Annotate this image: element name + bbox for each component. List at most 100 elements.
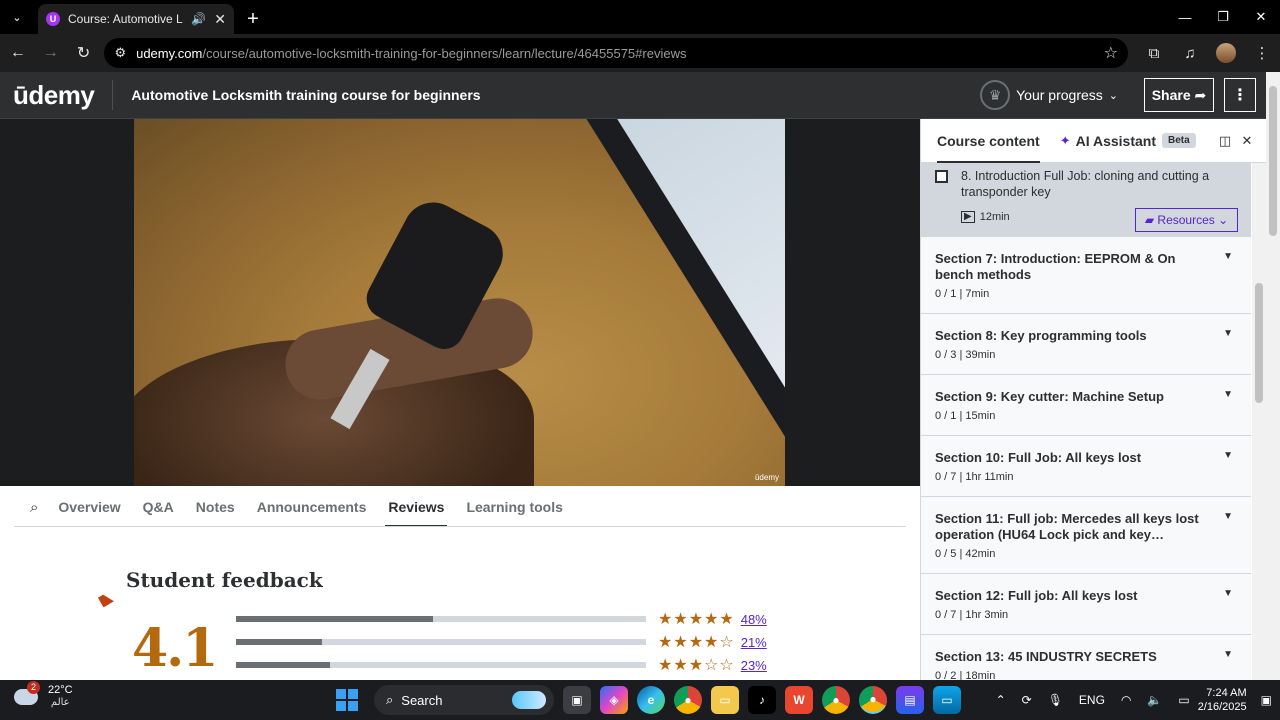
taskbar-search[interactable]: ⌕ Search xyxy=(374,685,554,715)
rating-row: ★★★☆☆ 23% xyxy=(236,657,776,674)
progress-dropdown[interactable]: ♛ Your progress ⌄ xyxy=(980,80,1118,110)
resources-label: Resources xyxy=(1157,213,1215,227)
remote-desktop-icon[interactable]: ▭ xyxy=(933,686,961,714)
edge-icon[interactable]: e xyxy=(637,686,665,714)
page-scrollbar-thumb[interactable] xyxy=(1269,86,1277,236)
lecture-checkbox[interactable] xyxy=(935,170,948,183)
chevron-down-icon: ▼ xyxy=(1223,588,1233,599)
udemy-logo[interactable]: ūdemy xyxy=(13,80,95,111)
volume-icon[interactable]: 🔈 xyxy=(1147,693,1162,707)
course-title[interactable]: Automotive Locksmith training course for… xyxy=(131,87,480,103)
tab-course-content[interactable]: Course content xyxy=(937,119,1040,163)
share-label: Share xyxy=(1151,87,1191,103)
rating-stars-4: ★★★★☆ xyxy=(658,634,735,651)
clock[interactable]: 7:24 AM 2/16/2025 xyxy=(1198,686,1247,714)
section-item[interactable]: Section 10: Full Job: All keys lost 0 / … xyxy=(921,436,1251,497)
maximize-icon[interactable]: ❐ xyxy=(1204,0,1242,34)
tab-ai-assistant[interactable]: ✦ AI Assistant Beta xyxy=(1060,119,1196,163)
windows-start-icon[interactable] xyxy=(336,689,358,711)
section-meta: 0 / 2 | 18min xyxy=(935,670,996,680)
minimize-icon[interactable]: — xyxy=(1166,0,1204,34)
site-info-icon[interactable]: ⚙ xyxy=(114,45,126,61)
tab-announcements[interactable]: Announcements xyxy=(257,486,367,528)
taskbar-search-label: Search xyxy=(401,692,443,708)
rating-percent-link[interactable]: 48% xyxy=(741,612,767,627)
close-tab-icon[interactable]: ✕ xyxy=(214,11,226,28)
chrome-icon[interactable]: ● xyxy=(674,686,702,714)
trophy-icon: ♛ xyxy=(980,80,1011,110)
window-controls: — ❐ ✕ xyxy=(1166,0,1280,34)
file-explorer-icon[interactable]: ▭ xyxy=(711,686,739,714)
rating-percent-link[interactable]: 21% xyxy=(741,635,767,650)
microphone-icon[interactable]: 🎙 xyxy=(1048,693,1063,707)
sidebar-scrollbar[interactable] xyxy=(1252,163,1266,680)
expand-panel-icon[interactable]: ◫ xyxy=(1214,133,1236,149)
weather-badge: 2 xyxy=(27,680,40,694)
chevron-down-icon: ▼ xyxy=(1223,649,1233,660)
battery-icon[interactable]: ▭ xyxy=(1178,693,1189,707)
weather-widget[interactable]: 2 22°C عالم xyxy=(14,680,73,709)
video-frame[interactable]: ūdemy xyxy=(134,119,785,486)
share-button[interactable]: Share ➦ xyxy=(1144,78,1214,112)
section-item[interactable]: Section 13: 45 INDUSTRY SECRETS 0 / 2 | … xyxy=(921,635,1251,680)
reload-icon[interactable]: ↻ xyxy=(69,38,99,68)
chrome-active-icon[interactable]: ● xyxy=(859,686,887,714)
new-tab-plus-icon[interactable]: + xyxy=(238,4,268,34)
extensions-puzzle-icon[interactable]: ⧉ xyxy=(1136,45,1172,62)
tab-learning-tools[interactable]: Learning tools xyxy=(466,486,562,528)
browser-tab-active[interactable]: U Course: Automotive Locksmi 🔊 ✕ xyxy=(38,4,234,34)
mouse-cursor-icon xyxy=(98,591,114,608)
video-player[interactable]: ūdemy xyxy=(0,119,920,486)
video-editor-icon[interactable]: ▤ xyxy=(896,686,924,714)
sidebar-scrollbar-thumb[interactable] xyxy=(1255,283,1263,403)
tiktok-icon[interactable]: ♪ xyxy=(748,686,776,714)
wps-office-icon[interactable]: W xyxy=(785,686,813,714)
section-item[interactable]: Section 8: Key programming tools 0 / 3 |… xyxy=(921,314,1251,375)
section-item[interactable]: Section 12: Full job: All keys lost 0 / … xyxy=(921,574,1251,635)
address-bar[interactable]: ⚙ udemy.com /course/automotive-locksmith… xyxy=(104,38,1129,68)
rating-bar xyxy=(236,639,646,645)
tray-overflow-chevron-icon[interactable]: ⌃ xyxy=(996,693,1006,707)
wifi-icon[interactable]: ◠ xyxy=(1121,693,1131,707)
tab-qa[interactable]: Q&A xyxy=(143,486,174,528)
close-sidebar-icon[interactable]: ✕ xyxy=(1236,133,1258,149)
section-item[interactable]: Section 7: Introduction: EEPROM & On ben… xyxy=(921,237,1251,314)
close-window-icon[interactable]: ✕ xyxy=(1242,0,1280,34)
speaker-icon[interactable]: 🔊 xyxy=(191,12,206,26)
section-title: Section 11: Full job: Mercedes all keys … xyxy=(935,511,1199,542)
back-arrow-icon[interactable]: ← xyxy=(3,38,33,68)
tab-search-chevron-icon[interactable]: ⌄ xyxy=(0,0,34,34)
forward-arrow-icon[interactable]: → xyxy=(36,38,66,68)
sync-icon[interactable]: ⟳ xyxy=(1022,693,1032,707)
chevron-down-icon: ▼ xyxy=(1223,251,1233,262)
task-view-icon[interactable]: ▣ xyxy=(563,686,591,714)
media-control-icon[interactable]: ♫ xyxy=(1172,45,1208,62)
notifications-icon[interactable]: ▣ xyxy=(1261,693,1272,707)
browser-menu-icon[interactable]: ⋮ xyxy=(1244,44,1280,62)
profile-avatar[interactable] xyxy=(1208,43,1244,63)
section-title: Section 7: Introduction: EEPROM & On ben… xyxy=(935,251,1176,282)
clock-time: 7:24 AM xyxy=(1206,687,1247,699)
section-item[interactable]: Section 11: Full job: Mercedes all keys … xyxy=(921,497,1251,574)
section-item[interactable]: Section 9: Key cutter: Machine Setup 0 /… xyxy=(921,375,1251,436)
rating-bar xyxy=(236,616,646,622)
tab-notes[interactable]: Notes xyxy=(196,486,235,528)
page-scrollbar[interactable] xyxy=(1266,72,1280,680)
sparkle-icon: ✦ xyxy=(1059,132,1071,148)
more-options-icon[interactable]: ⋮ xyxy=(1224,78,1256,112)
rating-percent-link[interactable]: 23% xyxy=(741,658,767,673)
chrome-profile-icon[interactable]: ● xyxy=(822,686,850,714)
copilot-icon[interactable]: ◈ xyxy=(600,686,628,714)
lecture-duration-text: 12min xyxy=(979,211,1010,223)
resources-button[interactable]: ▰ Resources ⌄ xyxy=(1135,208,1238,232)
section-title: Section 10: Full Job: All keys lost xyxy=(935,450,1142,465)
course-header: ūdemy Automotive Locksmith training cour… xyxy=(0,72,1266,119)
video-scene-screen xyxy=(574,119,785,456)
bookmark-star-icon[interactable]: ☆ xyxy=(1104,43,1118,63)
language-indicator[interactable]: ENG xyxy=(1079,693,1105,707)
tab-overview[interactable]: Overview xyxy=(58,486,120,528)
search-icon[interactable]: ⌕ xyxy=(30,499,38,516)
tab-reviews[interactable]: Reviews xyxy=(385,486,448,528)
lecture-item-active[interactable]: 8. Introduction Full Job: cloning and cu… xyxy=(921,163,1251,237)
beta-badge: Beta xyxy=(1161,133,1196,148)
